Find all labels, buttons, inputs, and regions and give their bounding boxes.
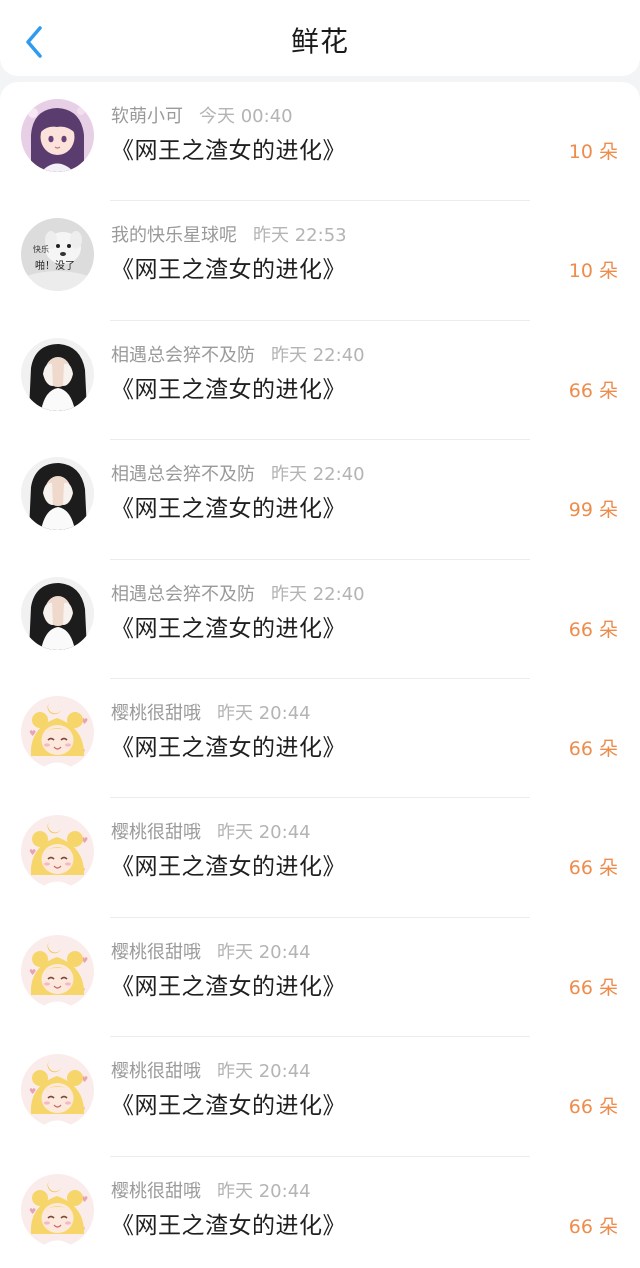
girl-covering-face-avatar[interactable] [21,457,94,531]
svg-text:快乐: 快乐 [33,244,49,254]
dog-meme-avatar[interactable]: 快乐啪！没了 [21,218,94,292]
book-title[interactable]: 《网王之渣女的进化》 [111,134,346,168]
flower-count: 66 朵 [568,379,618,402]
send-time: 昨天 22:53 [253,225,347,247]
book-title[interactable]: 《网王之渣女的进化》 [111,850,346,884]
gift-row[interactable]: 快乐啪！没了 我的快乐星球呢 昨天 22:53 《网王之渣女的进化》 10 朵 [0,201,640,321]
svg-text:啪！没了: 啪！没了 [35,259,75,272]
flower-count: 66 朵 [568,1096,618,1119]
sender-name[interactable]: 樱桃很甜哦 [111,942,201,963]
sender-name[interactable]: 樱桃很甜哦 [111,1061,201,1082]
girl-covering-face-avatar[interactable] [21,337,94,411]
book-title[interactable]: 《网王之渣女的进化》 [111,373,346,407]
flower-count: 10 朵 [568,260,618,283]
send-time: 昨天 20:44 [217,702,311,724]
book-title[interactable]: 《网王之渣女的进化》 [111,492,346,526]
book-title[interactable]: 《网王之渣女的进化》 [111,731,346,765]
sender-name[interactable]: 软萌小可 [111,106,183,127]
book-title[interactable]: 《网王之渣女的进化》 [111,612,346,646]
top-bar: 鲜花 [0,0,640,76]
send-time: 昨天 20:44 [217,822,311,844]
page-title: 鲜花 [290,25,349,58]
send-time: 昨天 22:40 [271,464,365,486]
flower-count: 66 朵 [568,737,618,760]
sender-name[interactable]: 樱桃很甜哦 [111,703,201,724]
gift-row[interactable]: 相遇总会猝不及防 昨天 22:40 《网王之渣女的进化》 66 朵 [0,560,640,679]
sender-name[interactable]: 樱桃很甜哦 [111,822,201,843]
sender-name[interactable]: 相遇总会猝不及防 [111,464,255,485]
send-time: 昨天 22:40 [271,583,365,605]
sender-name[interactable]: 我的快乐星球呢 [111,225,237,246]
gift-row[interactable]: 相遇总会猝不及防 昨天 22:40 《网王之渣女的进化》 66 朵 [0,321,640,441]
send-time: 昨天 20:44 [217,1180,311,1202]
book-title[interactable]: 《网王之渣女的进化》 [111,1089,346,1123]
gift-row[interactable]: 相遇总会猝不及防 昨天 22:40 《网王之渣女的进化》 99 朵 [0,440,640,560]
book-title[interactable]: 《网王之渣女的进化》 [111,970,346,1004]
anime-girl-purple-avatar[interactable] [21,99,94,172]
sailor-moon-avatar[interactable]: ♥♥♥ [21,1054,94,1128]
send-time: 昨天 22:40 [271,344,365,366]
send-time: 昨天 20:44 [217,1061,311,1083]
sender-name[interactable]: 相遇总会猝不及防 [111,584,255,605]
send-time: 昨天 20:44 [217,941,311,963]
send-time: 今天 00:40 [199,106,293,127]
sailor-moon-avatar[interactable]: ♥♥♥ [21,934,94,1008]
sailor-moon-avatar[interactable]: ♥♥♥ [21,1173,94,1247]
sender-name[interactable]: 相遇总会猝不及防 [111,345,255,366]
gift-row[interactable]: ♥♥♥ 樱桃很甜哦昨天 20:44 《网王之渣女的进化》 66 朵 [0,798,640,918]
book-title[interactable]: 《网王之渣女的进化》 [111,1209,346,1243]
gift-row[interactable]: ♥♥♥ 樱桃很甜哦昨天 20:44 《网王之渣女的进化》 66 朵 [0,1037,640,1157]
sender-name[interactable]: 樱桃很甜哦 [111,1181,201,1202]
gift-row[interactable]: 软萌小可 今天 00:40 《网王之渣女的进化》 10 朵 [0,82,640,202]
flower-gift-list: 软萌小可 今天 00:40 《网王之渣女的进化》 10 朵 快乐啪！没了 我的快乐… [0,82,640,1268]
gift-row[interactable]: ♥♥♥ 樱桃很甜哦昨天 20:44 《网王之渣女的进化》 66 朵 [0,918,640,1038]
gift-row[interactable]: ♥♥♥ 樱桃很甜哦昨天 20:44 《网王之渣女的进化》 66 朵 [0,679,640,799]
girl-covering-face-avatar[interactable] [21,576,94,650]
book-title[interactable]: 《网王之渣女的进化》 [111,253,346,287]
sailor-moon-avatar[interactable]: ♥♥♥ [21,815,94,889]
flower-count: 66 朵 [568,1215,618,1238]
sailor-moon-avatar[interactable]: ♥♥♥ [21,695,94,769]
flower-count: 66 朵 [568,976,618,999]
flower-count: 66 朵 [568,857,618,880]
flower-count: 10 朵 [568,141,618,163]
gift-row[interactable]: ♥♥♥ 樱桃很甜哦昨天 20:44 《网王之渣女的进化》 66 朵 [0,1157,640,1268]
flower-count: 66 朵 [568,618,618,641]
flower-count: 99 朵 [568,499,618,522]
